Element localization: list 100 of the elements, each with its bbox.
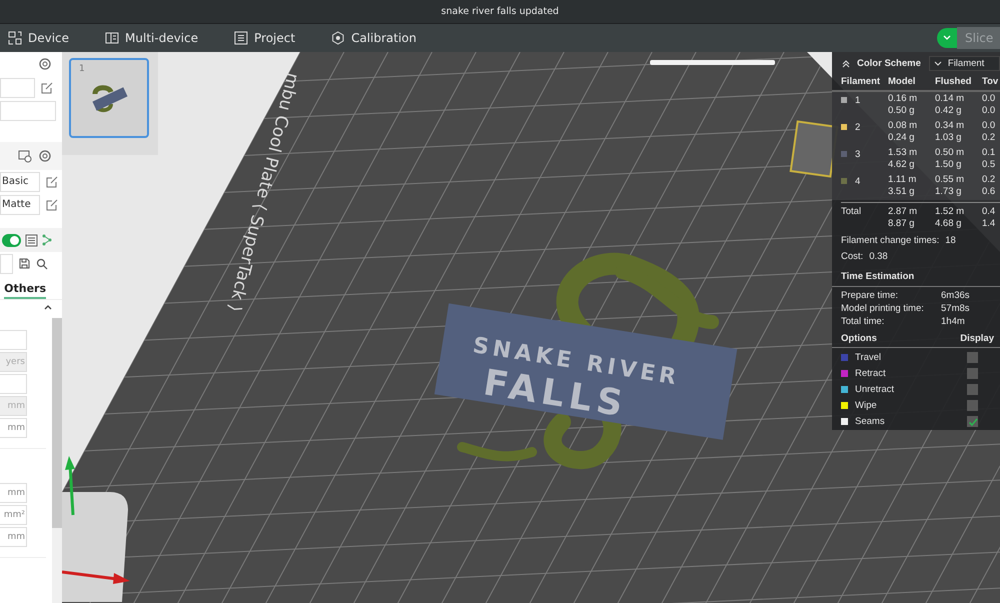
input-field[interactable]: mm [0, 483, 27, 503]
table-cell-text: 2.87 m [888, 206, 918, 218]
stat-label: Cost: [841, 250, 864, 262]
tab[interactable]: Others [4, 282, 46, 299]
list-icon [234, 31, 248, 45]
chevron-down-icon [934, 61, 942, 66]
input-field[interactable]: mm [0, 418, 27, 438]
option-label: Retract [855, 368, 887, 380]
chevron-up-icon[interactable] [44, 304, 52, 310]
table-cell-text: 0.34 m [935, 120, 966, 132]
plate-number: 1 [79, 64, 85, 74]
table-cell-text: 0.50 g [888, 105, 916, 118]
table-cell-text: 0.55 m [935, 174, 966, 186]
toggle-switch[interactable] [2, 234, 21, 246]
table-cell-text: 4.62 g [888, 159, 916, 172]
settings-icon[interactable] [38, 149, 52, 163]
menu-tab[interactable]: Multi-device [101, 29, 202, 47]
filament-number: 2 [855, 122, 860, 133]
time-value: 57m8s [941, 303, 971, 314]
scrollbar-thumb[interactable] [52, 318, 62, 528]
menu-tab[interactable]: Project [230, 29, 300, 47]
target-icon [331, 31, 346, 45]
column-header: Filament [841, 76, 882, 87]
settings-icon[interactable] [38, 57, 52, 71]
search-icon[interactable] [36, 258, 48, 270]
stat-value: 18 [945, 234, 956, 246]
nodes-icon[interactable] [42, 234, 52, 246]
table-cell-text: 1.11 m [888, 174, 918, 186]
preset-field[interactable]: Matte [0, 194, 40, 214]
table-cell-text: 0.6 [982, 186, 996, 198]
table-cell-text: 0.24 g [888, 132, 916, 144]
table-cell-text: 8.87 g [888, 218, 916, 230]
column-header: Display [960, 332, 994, 344]
table-cell-text: 0.0 [982, 93, 996, 106]
collapse-icon[interactable] [841, 58, 851, 69]
checkbox[interactable] [967, 352, 978, 364]
section-title: Time Estimation [832, 266, 1000, 288]
edit-icon[interactable] [46, 176, 58, 188]
input-field[interactable] [0, 330, 27, 350]
chevron-down-icon [943, 35, 951, 41]
table-cell-text: 4.68 g [935, 218, 962, 230]
option-label: Wipe [855, 400, 878, 412]
table-cell-text: 0.0 [982, 105, 996, 118]
table-cell-text: 1.4 [982, 218, 996, 230]
list-icon[interactable] [25, 234, 38, 246]
column-header: Tov [982, 76, 1000, 87]
edit-icon[interactable] [46, 198, 58, 210]
time-label: Model printing time: [841, 303, 925, 314]
checkbox[interactable] [967, 384, 978, 396]
table-cell-text: 0.08 m [888, 120, 918, 132]
time-label: Prepare time: [841, 290, 900, 302]
option-label: Unretract [855, 384, 896, 396]
input-field[interactable] [0, 100, 56, 120]
filament-number: 3 [855, 148, 860, 160]
save-icon[interactable] [19, 258, 30, 269]
option-label: Travel [855, 352, 882, 364]
device-icon [8, 31, 22, 45]
menu-tab[interactable]: Calibration [327, 29, 420, 47]
menu-tab[interactable]: Device [4, 29, 74, 47]
table-cell-text: 0.16 m [888, 93, 918, 106]
table-cell-text: 1.53 m [888, 147, 918, 160]
table-cell-text: 0.14 m [935, 93, 966, 106]
table-cell-text: 0.2 [982, 174, 996, 186]
filament-number: 1 [855, 94, 860, 106]
table-cell-text: 0.42 g [935, 105, 962, 118]
column-header: Options [841, 332, 877, 344]
search-field[interactable] [0, 254, 13, 274]
table-cell-text: 1.52 m [935, 206, 966, 218]
table-cell-text: 1.50 g [935, 159, 962, 172]
table-cell-text: 0.5 [982, 159, 996, 172]
input-field[interactable] [0, 78, 35, 98]
stat-value: 0.38 [869, 250, 888, 262]
table-cell-text: 1.73 g [935, 186, 962, 198]
time-label: Total time: [841, 316, 886, 328]
checkbox[interactable] [967, 368, 978, 380]
dropdown-button[interactable] [937, 28, 957, 48]
column-header: Flushed [935, 76, 972, 87]
table-cell-text: 0.50 m [935, 147, 966, 160]
filament-number: 4 [855, 176, 860, 187]
checkbox[interactable] [967, 400, 978, 412]
window-title: snake river falls updated [441, 6, 559, 17]
column-header: Model [888, 76, 916, 87]
input-field[interactable]: mm [0, 527, 27, 547]
printer-icon[interactable] [18, 149, 32, 163]
table-cell-text: 0.0 [982, 120, 996, 132]
x-axis-arrow [62, 570, 130, 584]
input-field[interactable]: mm² [0, 505, 27, 525]
edit-icon[interactable] [41, 82, 53, 94]
time-value: 1h4m [941, 316, 966, 328]
scheme-dropdown[interactable]: Filament [928, 56, 1000, 72]
checkbox[interactable] [967, 416, 978, 428]
option-label: Seams [855, 416, 886, 428]
preset-field[interactable]: Basic [0, 172, 40, 192]
table-cell-text: 0.4 [982, 206, 996, 218]
total-label: Total [841, 204, 862, 217]
legend-title: Color Scheme [857, 58, 921, 70]
input-field[interactable] [0, 374, 27, 394]
y-axis-arrow [65, 456, 75, 516]
table-cell-text: 0.2 [982, 132, 996, 144]
panel-icon [105, 31, 120, 45]
